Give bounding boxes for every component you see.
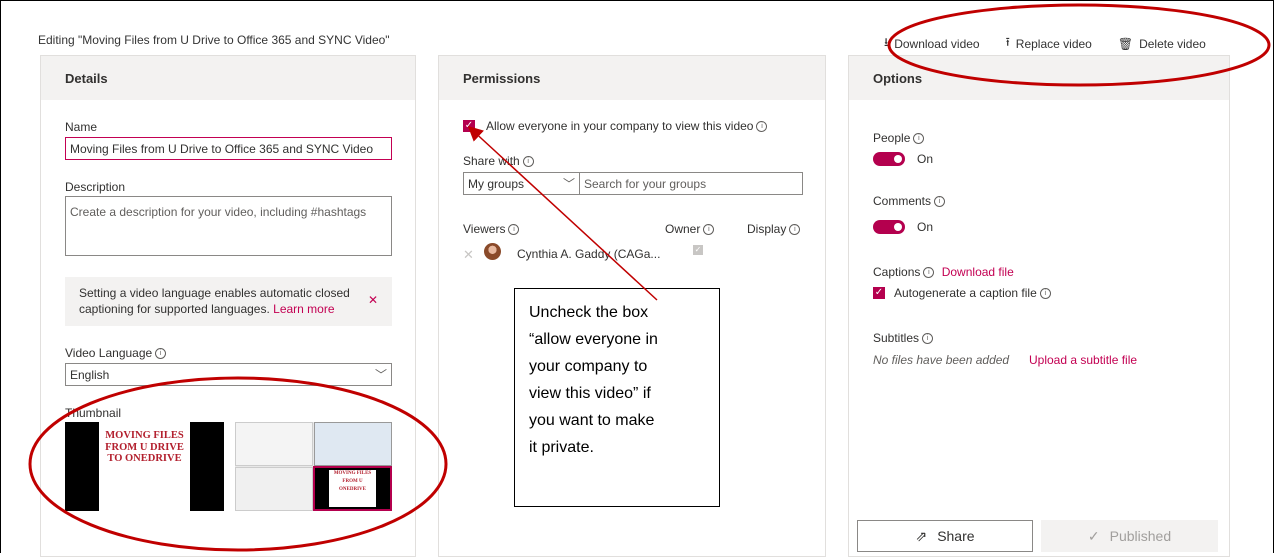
details-panel: Details Name Moving Files from U Drive t… [40, 55, 416, 557]
comments-label: Comments i [873, 194, 946, 208]
remove-viewer-icon[interactable]: ✕ [463, 247, 474, 263]
thumbnail-grid[interactable]: MOVING FILES FROM U ONEDRIVE [235, 422, 392, 511]
allow-everyone-checkbox[interactable]: ✓ [463, 120, 475, 132]
comments-state: On [917, 220, 934, 234]
viewer-name: Cynthia A. Gaddy (CAGa... [517, 247, 661, 261]
no-subtitles-text: No files have been added [873, 353, 1010, 367]
captions-text: Captions [873, 265, 921, 279]
group-search-input[interactable]: Search for your groups [579, 172, 803, 195]
share-icon: ⇗ [915, 527, 928, 544]
people-label: People i [873, 131, 925, 145]
display-text: Display [747, 222, 787, 236]
language-notice: Setting a video language enables automat… [65, 277, 392, 326]
chevron-down-icon: ﹀ [562, 177, 575, 191]
info-icon: i [703, 224, 715, 236]
learn-more-link[interactable]: Learn more [273, 302, 334, 316]
autogenerate-label: Autogenerate a caption file i [894, 286, 1051, 300]
details-heading: Details [41, 56, 415, 100]
name-label: Name [65, 120, 98, 134]
subtitles-label: Subtitles i [873, 331, 934, 345]
info-icon: i [913, 133, 925, 145]
download-video-button[interactable]: ⭳ Download video [884, 33, 980, 54]
description-label: Description [65, 180, 126, 194]
options-heading: Options [849, 56, 1229, 100]
annotation-callout: Uncheck the box “allow everyone in your … [514, 288, 720, 507]
info-icon: i [155, 348, 167, 360]
checkmark-icon: ✓ [1087, 527, 1100, 544]
allow-everyone-text: Allow everyone in your company to view t… [486, 119, 754, 133]
options-panel: Options People i On Comments i On Captions… [848, 55, 1230, 557]
people-state: On [917, 152, 934, 166]
editing-title: Editing "Moving Files from U Drive to Of… [38, 33, 390, 47]
avatar [484, 243, 501, 260]
thumbnail-title-card[interactable]: MOVING FILES FROM U DRIVE TO ONEDRIVE [65, 422, 224, 511]
description-input[interactable]: Create a description for your video, inc… [65, 196, 392, 256]
info-icon: i [508, 224, 520, 236]
video-actions: ⭳ Download video ⭱ Replace video 🗑 Delet… [884, 33, 1206, 54]
people-text: People [873, 131, 911, 145]
thumbnail-small-text: MOVING FILES FROM U ONEDRIVE [329, 470, 376, 507]
viewers-text: Viewers [463, 222, 506, 236]
chevron-down-icon: ﹀ [374, 368, 387, 382]
video-language-label: Video Language i [65, 346, 167, 360]
thumbnail-title-text: MOVING FILES FROM U DRIVE TO ONEDRIVE [105, 430, 184, 464]
language-value: English [70, 367, 110, 382]
info-icon: i [756, 121, 768, 133]
replace-video-button[interactable]: ⭱ Replace video [1006, 33, 1092, 54]
share-with-select[interactable]: My groups ﹀ [463, 172, 580, 195]
people-toggle[interactable] [873, 152, 905, 166]
close-icon[interactable]: ✕ [368, 292, 378, 308]
info-icon: i [934, 196, 946, 208]
info-icon: i [922, 333, 934, 345]
share-button-label: Share [937, 528, 975, 544]
thumbnail-label: Thumbnail [65, 406, 122, 420]
viewers-label: Viewers i [463, 222, 520, 236]
trash-icon: 🗑 [1117, 36, 1134, 51]
thumbnail-selected[interactable]: MOVING FILES FROM U ONEDRIVE [313, 466, 392, 511]
comments-toggle[interactable] [873, 220, 905, 234]
info-icon: i [1039, 288, 1051, 300]
owner-checkbox: ✓ [693, 245, 703, 255]
allow-everyone-label: Allow everyone in your company to view t… [486, 119, 768, 133]
delete-video-label: Delete video [1139, 36, 1206, 51]
share-with-label: Share with i [463, 154, 534, 168]
captions-label: Captions i Download file [873, 265, 1014, 279]
share-with-value: My groups [468, 176, 525, 191]
upload-subtitle-link[interactable]: Upload a subtitle file [1029, 353, 1137, 367]
name-input[interactable]: Moving Files from U Drive to Office 365 … [65, 137, 392, 160]
display-label: Display i [747, 222, 801, 236]
autogenerate-checkbox[interactable]: ✓ [873, 287, 885, 299]
published-button-label: Published [1109, 528, 1172, 544]
published-button[interactable]: ✓ Published [1041, 520, 1218, 552]
info-icon: i [923, 267, 935, 279]
permissions-heading: Permissions [439, 56, 825, 100]
comments-text: Comments [873, 194, 932, 208]
owner-label: Owner i [665, 222, 715, 236]
download-icon: ⭳ [884, 35, 889, 49]
language-select[interactable]: English ﹀ [65, 363, 392, 386]
share-button[interactable]: ⇗ Share [857, 520, 1033, 552]
delete-video-button[interactable]: 🗑 Delete video [1118, 33, 1206, 54]
share-with-text: Share with [463, 154, 520, 168]
upload-icon: ⭱ [1005, 35, 1010, 49]
autogenerate-text: Autogenerate a caption file [894, 286, 1037, 300]
download-video-label: Download video [894, 36, 980, 51]
subtitles-text: Subtitles [873, 331, 920, 345]
info-icon: i [789, 224, 801, 236]
download-captions-link[interactable]: Download file [942, 265, 1014, 279]
replace-video-label: Replace video [1015, 36, 1092, 51]
owner-text: Owner [665, 222, 701, 236]
video-language-text: Video Language [65, 346, 153, 360]
info-icon: i [522, 156, 534, 168]
